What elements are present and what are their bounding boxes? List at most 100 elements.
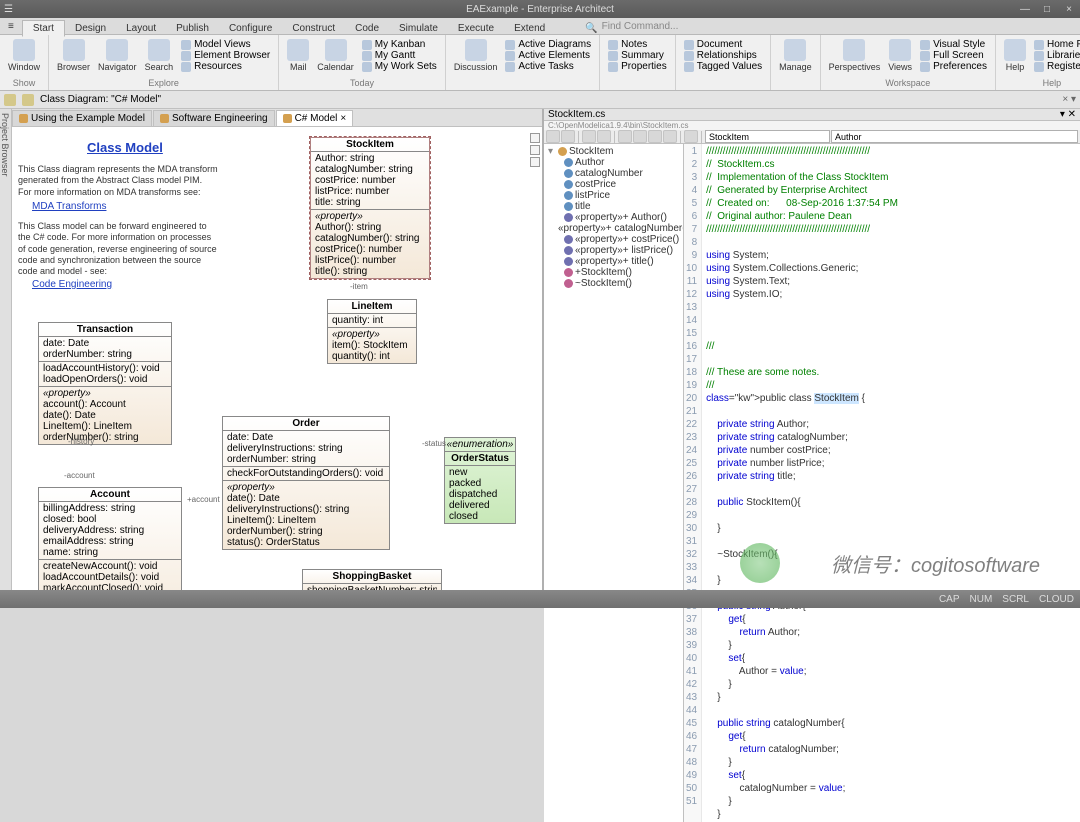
tb-undo-icon[interactable] <box>582 130 596 143</box>
ribbon-my-gantt-item[interactable]: My Gantt <box>360 50 439 61</box>
ribbon-libraries-item[interactable]: Libraries <box>1032 50 1080 61</box>
tree-item[interactable]: «property»+ listPrice() <box>546 245 681 256</box>
code-lines[interactable]: ////////////////////////////////////////… <box>702 144 902 822</box>
ribbon-browser-button[interactable]: Browser <box>55 37 92 78</box>
ribbon-visual-style-item[interactable]: Visual Style <box>918 39 989 50</box>
code-engineering-link[interactable]: Code Engineering <box>32 279 112 290</box>
tree-item[interactable]: «property»+ title() <box>546 256 681 267</box>
ribbon-search-button[interactable]: Search <box>143 37 176 78</box>
ribbon-tab-execute[interactable]: Execute <box>448 21 504 36</box>
ribbon-manage-button[interactable]: Manage <box>777 37 814 78</box>
scope-combo[interactable] <box>705 130 830 143</box>
ribbon-tab-simulate[interactable]: Simulate <box>389 21 448 36</box>
structure-tree[interactable]: ▾StockItemAuthorcatalogNumbercostPriceli… <box>544 144 684 822</box>
class-account[interactable]: AccountbillingAddress: stringclosed: boo… <box>38 487 182 590</box>
ribbon-calendar-button[interactable]: Calendar <box>315 37 356 78</box>
ribbon-properties-item[interactable]: Properties <box>606 61 669 72</box>
doc-tab-c-model[interactable]: C# Model× <box>276 110 354 126</box>
ribbon-menu-icon[interactable]: ≡ <box>0 19 22 34</box>
panel-menu-icon[interactable]: ▾ ✕ <box>1060 109 1076 120</box>
maximize-button[interactable]: □ <box>1040 3 1054 15</box>
ribbon-tagged-values-item[interactable]: Tagged Values <box>682 61 764 72</box>
tb-find-icon[interactable] <box>648 130 662 143</box>
tree-item[interactable]: ~StockItem() <box>546 278 681 289</box>
ribbon-views-button[interactable]: Views <box>886 37 914 78</box>
class-shoppingbasket[interactable]: ShoppingBasketshoppingBasketNumber: stri… <box>302 569 442 590</box>
ribbon-notes-item[interactable]: Notes <box>606 39 669 50</box>
tb-open-icon[interactable] <box>561 130 575 143</box>
tree-item[interactable]: costPrice <box>546 179 681 190</box>
ribbon-discussion-button[interactable]: Discussion <box>452 37 500 78</box>
project-browser-tab[interactable]: Project Browser <box>0 109 12 590</box>
ribbon-model-views-item[interactable]: Model Views <box>179 39 272 50</box>
ribbon-tab-design[interactable]: Design <box>65 21 116 36</box>
tool-zoom-icon[interactable] <box>530 133 540 143</box>
ribbon-tab-extend[interactable]: Extend <box>504 21 555 36</box>
ribbon-summary-item[interactable]: Summary <box>606 50 669 61</box>
tree-root[interactable]: ▾StockItem <box>546 146 681 157</box>
ribbon-element-browser-item[interactable]: Element Browser <box>179 50 272 61</box>
ribbon-preferences-item[interactable]: Preferences <box>918 61 989 72</box>
back-icon[interactable] <box>4 94 16 106</box>
code-file-header: StockItem.cs ▾ ✕ <box>544 109 1080 121</box>
tb-redo-icon[interactable] <box>597 130 611 143</box>
enum-orderstatus[interactable]: «enumeration»OrderStatusnewpackeddispatc… <box>444 437 516 524</box>
tree-item[interactable]: «property»+ Author() <box>546 212 681 223</box>
tree-item[interactable]: «property»+ catalogNumber() <box>546 223 681 234</box>
ribbon-navigator-button[interactable]: Navigator <box>96 37 139 78</box>
ribbon-active-tasks-item[interactable]: Active Tasks <box>503 61 593 72</box>
class-transaction[interactable]: Transactiondate: DateorderNumber: string… <box>38 322 172 445</box>
ribbon-active-diagrams-item[interactable]: Active Diagrams <box>503 39 593 50</box>
tree-item[interactable]: Author <box>546 157 681 168</box>
ribbon-document-item[interactable]: Document <box>682 39 764 50</box>
ribbon-register-item[interactable]: Register <box>1032 61 1080 72</box>
member-combo[interactable] <box>831 130 1078 143</box>
tb-sync-icon[interactable] <box>618 130 632 143</box>
doc-tab-software-engineering[interactable]: Software Engineering <box>153 110 275 126</box>
tree-item[interactable]: title <box>546 201 681 212</box>
tree-item[interactable]: catalogNumber <box>546 168 681 179</box>
tb-tree-icon[interactable] <box>684 130 698 143</box>
class-lineitem[interactable]: LineItemquantity: int«property»item(): S… <box>327 299 417 364</box>
tb-toggle-icon[interactable] <box>663 130 677 143</box>
ribbon-tab-construct[interactable]: Construct <box>282 21 345 36</box>
tb-build-icon[interactable] <box>633 130 647 143</box>
class-stockitem[interactable]: StockItemAuthor: stringcatalogNumber: st… <box>310 137 430 279</box>
ribbon-relationships-item[interactable]: Relationships <box>682 50 764 61</box>
mda-transforms-link[interactable]: MDA Transforms <box>32 201 106 212</box>
ribbon-full-screen-item[interactable]: Full Screen <box>918 50 989 61</box>
app-menu-icon[interactable]: ☰ <box>4 4 13 15</box>
status-cloud: CLOUD <box>1039 594 1074 605</box>
minimize-button[interactable]: — <box>1018 3 1032 15</box>
ribbon-active-elements-item[interactable]: Active Elements <box>503 50 593 61</box>
ribbon-window-button[interactable]: Window <box>6 37 42 78</box>
ribbon-tab-code[interactable]: Code <box>345 21 389 36</box>
find-command-icon[interactable]: 🔍 <box>585 23 597 34</box>
document-tabs: Using the Example ModelSoftware Engineer… <box>12 109 542 127</box>
diagram-canvas[interactable]: Class Model This Class diagram represent… <box>12 127 542 590</box>
ribbon-perspectives-button[interactable]: Perspectives <box>827 37 883 78</box>
tb-save-icon[interactable] <box>546 130 560 143</box>
tree-item[interactable]: +StockItem() <box>546 267 681 278</box>
ribbon-tab-configure[interactable]: Configure <box>219 21 282 36</box>
ribbon-resources-item[interactable]: Resources <box>179 61 272 72</box>
ribbon-mail-button[interactable]: Mail <box>285 37 311 78</box>
ribbon-my-kanban-item[interactable]: My Kanban <box>360 39 439 50</box>
ribbon-home-page-item[interactable]: Home Page <box>1032 39 1080 50</box>
tool-pan-icon[interactable] <box>530 145 540 155</box>
find-command-input[interactable]: Find Command... <box>598 19 683 34</box>
tree-item[interactable]: listPrice <box>546 190 681 201</box>
code-editor[interactable]: 1234567891011121314151617181920212223242… <box>684 144 1080 822</box>
ribbon-tab-layout[interactable]: Layout <box>116 21 166 36</box>
close-button[interactable]: × <box>1062 3 1076 15</box>
code-area: StockItem.cs ▾ ✕ C:\OpenModelica1.9.4\bi… <box>544 109 1080 590</box>
ribbon-help-button[interactable]: Help <box>1002 37 1028 78</box>
doc-tab-using-the-example-model[interactable]: Using the Example Model <box>12 110 152 126</box>
class-order[interactable]: Orderdate: DatedeliveryInstructions: str… <box>222 416 390 550</box>
tree-item[interactable]: «property»+ costPrice() <box>546 234 681 245</box>
ribbon-my-work-sets-item[interactable]: My Work Sets <box>360 61 439 72</box>
ribbon-tab-publish[interactable]: Publish <box>166 21 219 36</box>
tool-select-icon[interactable] <box>530 157 540 167</box>
panel-close-icon[interactable]: × ▾ <box>1062 94 1076 105</box>
breadcrumb-text: Class Diagram: "C# Model" <box>40 94 161 105</box>
